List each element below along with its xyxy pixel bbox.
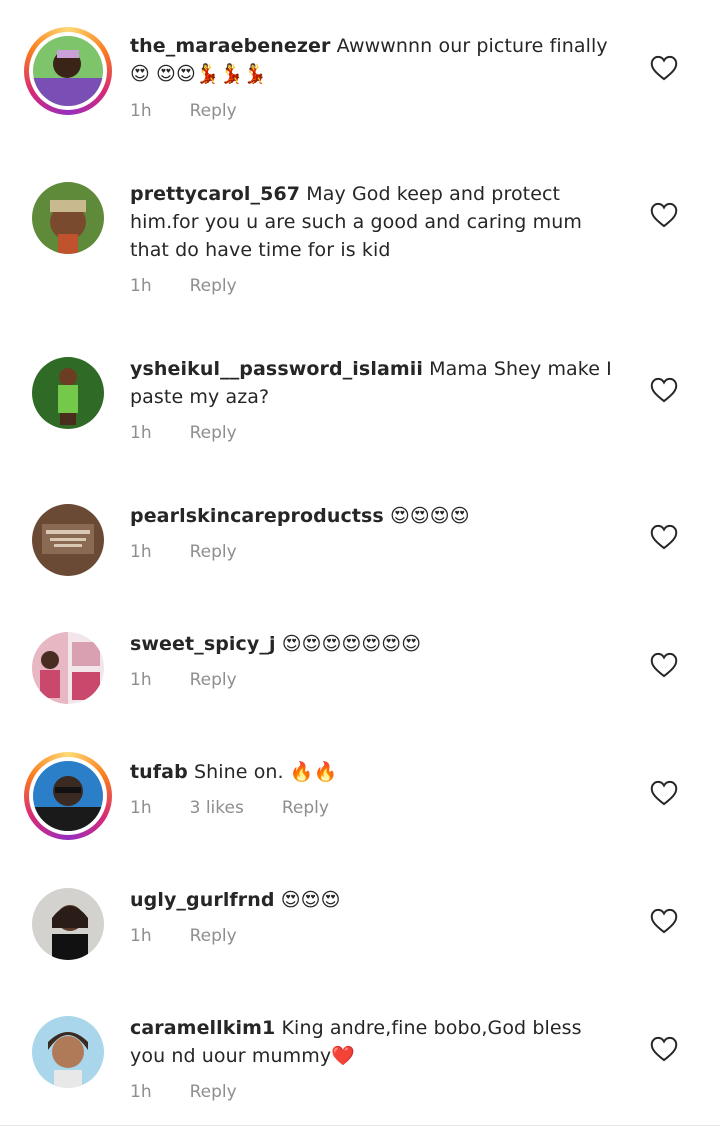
comment-time: 1h [130, 276, 152, 296]
comment-username[interactable]: sweet_spicy_j [130, 633, 276, 655]
comment-text: 😍😍😍😍😍😍😍 [281, 633, 422, 655]
heart-icon[interactable] [650, 202, 678, 228]
reply-button[interactable]: Reply [190, 926, 237, 946]
avatar[interactable] [33, 36, 103, 106]
reply-button[interactable]: Reply [190, 1082, 237, 1102]
avatar[interactable] [32, 357, 104, 429]
reply-button[interactable]: Reply [190, 276, 237, 296]
heart-icon[interactable] [650, 652, 678, 678]
avatar[interactable] [32, 504, 104, 576]
reply-button[interactable]: Reply [282, 798, 329, 818]
comment-username[interactable]: tufab [130, 761, 188, 783]
comment-username[interactable]: pearlskincareproductss [130, 505, 384, 527]
comment-text: Shine on. 🔥🔥 [193, 761, 338, 783]
reply-button[interactable]: Reply [190, 670, 237, 690]
avatar[interactable] [32, 1016, 104, 1088]
comment-time: 1h [130, 1082, 152, 1102]
avatar[interactable] [32, 182, 104, 254]
comment-body: the_maraebenezer Awwwnnn our picture fin… [130, 32, 620, 88]
avatar[interactable] [32, 632, 104, 704]
avatar[interactable] [32, 888, 104, 960]
heart-icon[interactable] [650, 908, 678, 934]
comment-username[interactable]: ysheikul__password_islamii [130, 358, 423, 380]
reply-button[interactable]: Reply [190, 101, 237, 121]
comment-time: 1h [130, 542, 152, 562]
comment-username[interactable]: the_maraebenezer [130, 35, 331, 57]
comment-username[interactable]: caramellkim1 [130, 1017, 275, 1039]
comment-time: 1h [130, 926, 152, 946]
divider [0, 1125, 720, 1126]
reply-button[interactable]: Reply [190, 423, 237, 443]
comment-text: 😍😍😍😍 [389, 505, 470, 527]
avatar-story-ring[interactable] [24, 27, 112, 115]
comment-likes[interactable]: 3 likes [190, 798, 244, 818]
avatar[interactable] [33, 761, 103, 831]
heart-icon[interactable] [650, 1036, 678, 1062]
heart-icon[interactable] [650, 377, 678, 403]
comment-username[interactable]: prettycarol_567 [130, 183, 300, 205]
comment-time: 1h [130, 798, 152, 818]
heart-icon[interactable] [650, 780, 678, 806]
comment-username[interactable]: ugly_gurlfrnd [130, 889, 275, 911]
comment-text: 😍😍😍 [280, 889, 341, 911]
heart-icon[interactable] [650, 524, 678, 550]
comment-time: 1h [130, 101, 152, 121]
reply-button[interactable]: Reply [190, 542, 237, 562]
comment-time: 1h [130, 423, 152, 443]
comment-time: 1h [130, 670, 152, 690]
heart-icon[interactable] [650, 55, 678, 81]
avatar-story-ring[interactable] [24, 752, 112, 840]
